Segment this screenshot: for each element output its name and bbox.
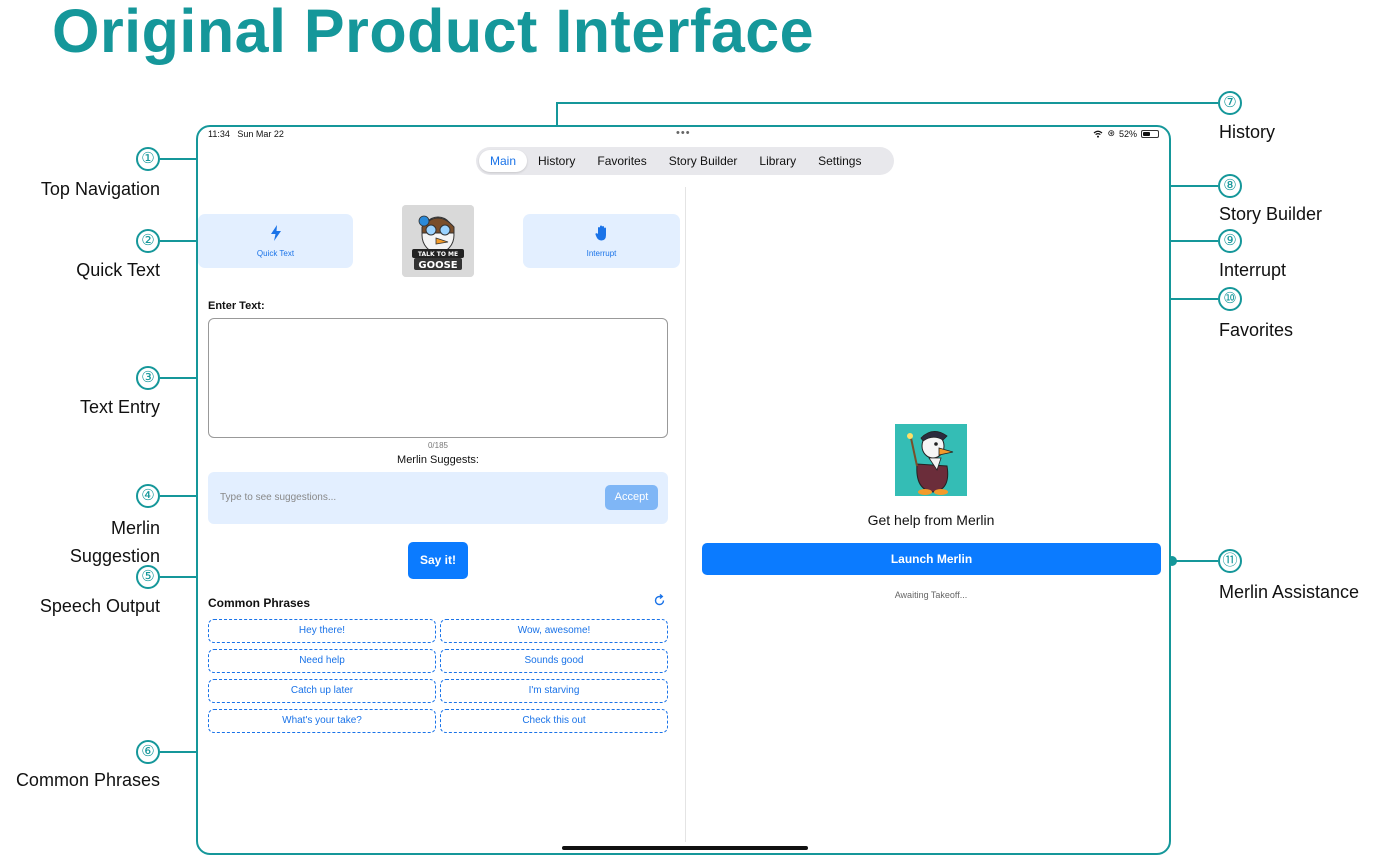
status-time: 11:34 Sun Mar 22 [208,129,284,139]
raised-hand-icon [523,225,680,246]
tab-main[interactable]: Main [479,150,528,172]
phrase-chip[interactable]: Catch up later [208,679,436,703]
tab-settings[interactable]: Settings [807,150,872,172]
callout-label-favorites: Favorites [1219,320,1294,340]
interrupt-button[interactable]: Interrupt [523,214,680,268]
quick-text-button[interactable]: Quick Text [198,214,353,268]
merlin-status-text: Awaiting Takeoff... [894,590,968,600]
callout-number-1: ① [136,147,160,171]
phrase-chip[interactable]: Wow, awesome! [440,619,668,643]
phrase-chip[interactable]: Sounds good [440,649,668,673]
wifi-icon [1094,130,1103,138]
merlin-wizard-duck-art [895,424,967,496]
merlin-help-text: Get help from Merlin [867,512,995,528]
battery-fill [1143,131,1151,136]
callout-label-quick-text: Quick Text [76,260,160,280]
tab-story-builder[interactable]: Story Builder [658,150,749,172]
status-indicators: ⊛ 52% [1093,128,1159,139]
tablet-frame: 11:34 Sun Mar 22 ••• ⊛ 52% Main History … [196,125,1171,855]
callout-number-6: ⑥ [136,740,160,764]
orientation-lock-icon: ⊛ [1107,128,1115,138]
callout-label-interrupt: Interrupt [1219,260,1287,280]
phrase-chip[interactable]: What's your take? [208,709,436,733]
callout-label-merlin-assistance: Merlin Assistance [1219,582,1360,602]
battery-icon [1141,129,1159,138]
merlin-suggestion-box: Type to see suggestions... Accept [208,472,668,524]
phrase-chip[interactable]: Check this out [440,709,668,733]
callout-label-common-phrases: Common Phrases [15,770,160,790]
merlin-avatar [895,424,967,496]
page-title: Original Product Interface [52,0,815,65]
callout-number-4: ④ [136,484,160,508]
goose-logo: TALK TO ME GOOSE [402,205,474,277]
callout-label-top-navigation: Top Navigation [40,179,160,199]
interrupt-label: Interrupt [586,249,617,258]
goose-logo-text-line1: TALK TO ME [418,251,458,258]
callout-label-text-entry: Text Entry [79,397,160,417]
callout-label-speech-output: Speech Output [39,596,160,616]
phrase-chip[interactable]: Hey there! [208,619,436,643]
phrase-chip[interactable]: Need help [208,649,436,673]
character-count: 0/185 [427,441,449,450]
enter-text-label: Enter Text: [208,300,265,312]
common-phrases-title: Common Phrases [208,596,311,610]
callout-number-9: ⑨ [1218,229,1242,253]
tab-library[interactable]: Library [748,150,807,172]
callout-number-7: ⑦ [1218,91,1242,115]
callout-label-story-builder: Story Builder [1219,204,1323,224]
callout-label-merlin-suggestion: Merlin Suggestion [69,518,160,566]
launch-merlin-button[interactable]: Launch Merlin [702,543,1161,575]
callout-number-3: ③ [136,366,160,390]
status-date: Sun Mar 22 [237,129,284,139]
top-navigation: Main History Favorites Story Builder Lib… [476,147,894,175]
quick-text-label: Quick Text [256,249,295,258]
refresh-icon[interactable] [653,593,666,610]
multitask-dots[interactable]: ••• [676,127,691,139]
callout-label-history: History [1219,122,1276,142]
battery-percent: 52% [1118,128,1137,139]
text-entry-field[interactable] [208,318,668,438]
goose-logo-art: TALK TO ME GOOSE [402,205,474,277]
panel-divider [685,187,686,842]
callout-number-11: ⑪ [1218,549,1242,573]
tab-favorites[interactable]: Favorites [586,150,657,172]
merlin-suggests-title: Merlin Suggests: [397,454,479,466]
callout-number-8: ⑧ [1218,174,1242,198]
suggestion-placeholder: Type to see suggestions... [220,492,337,503]
goose-logo-text-line2: GOOSE [418,260,457,271]
say-it-button[interactable]: Say it! [408,542,468,579]
tab-history[interactable]: History [527,150,586,172]
lightning-bolt-icon [198,225,353,246]
callout-number-10: ⑩ [1218,287,1242,311]
accept-button[interactable]: Accept [605,485,658,510]
callout-number-2: ② [136,229,160,253]
status-time-value: 11:34 [208,129,230,139]
home-indicator[interactable] [562,846,808,850]
phrase-chip[interactable]: I'm starving [440,679,668,703]
